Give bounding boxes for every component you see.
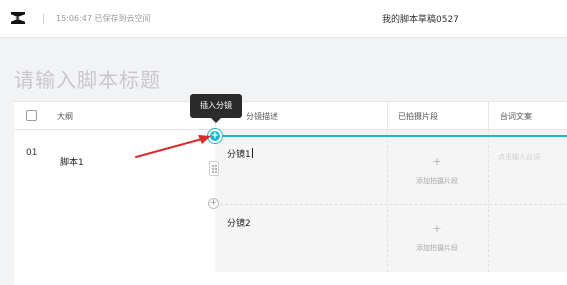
insert-position-line [216,135,567,137]
top-bar: 15:06:47 已保存到云空间 我的脚本草稿0527 [0,0,567,38]
select-all-checkbox[interactable] [26,110,37,121]
script-column-divider [488,130,489,272]
shot-description-1[interactable]: 分镜1 [227,147,253,160]
column-header-script-lines: 台词文案 [500,112,532,121]
shot-description-1-text: 分镜1 [227,150,251,160]
script-table: 大纲 分镜描述 已拍摄片段 台词文案 01 脚本1 分镜1 + 添加拍摄片段 点… [14,101,567,285]
script-title-input[interactable]: 请输入脚本标题 [14,64,161,93]
outline-cell[interactable]: 脚本1 [60,155,84,168]
add-clip-button-2[interactable]: + 添加拍摄片段 [397,223,477,253]
row-number: 01 [26,148,38,158]
add-clip-label: 添加拍摄片段 [416,244,458,252]
column-divider [488,102,489,130]
column-header-outline: 大纲 [57,112,73,121]
save-status-text: 15:06:47 已保存到云空间 [56,14,151,23]
capcut-logo-icon[interactable] [9,9,27,27]
clips-column-divider [387,130,388,272]
column-header-shot-description: 分镜描述 [246,112,278,121]
add-clip-button-1[interactable]: + 添加拍摄片段 [397,156,477,186]
red-arrow-annotation [135,135,211,158]
shot-divider [215,204,567,205]
column-divider [387,102,388,130]
text-caret [251,148,253,158]
add-clip-label: 添加拍摄片段 [416,177,458,185]
header-divider [43,14,44,24]
document-title[interactable]: 我的脚本草稿0527 [382,12,459,25]
shot-description-2[interactable]: 分镜2 [227,216,251,229]
table-header: 大纲 分镜描述 已拍摄片段 台词文案 [14,102,567,130]
insert-shot-plus-icon-secondary[interactable]: + [208,198,219,209]
script-line-input[interactable]: 点击输入台词 [498,152,540,162]
insert-shot-tooltip: 插入分镜 [190,94,242,123]
plus-icon: + [432,222,442,235]
plus-icon: + [432,155,442,168]
shots-area: 分镜1 + 添加拍摄片段 点击输入台词 分镜2 + 添加拍摄片段 [215,130,567,272]
column-header-recorded-clips: 已拍摄片段 [398,112,438,121]
drag-handle-icon[interactable] [209,161,219,176]
